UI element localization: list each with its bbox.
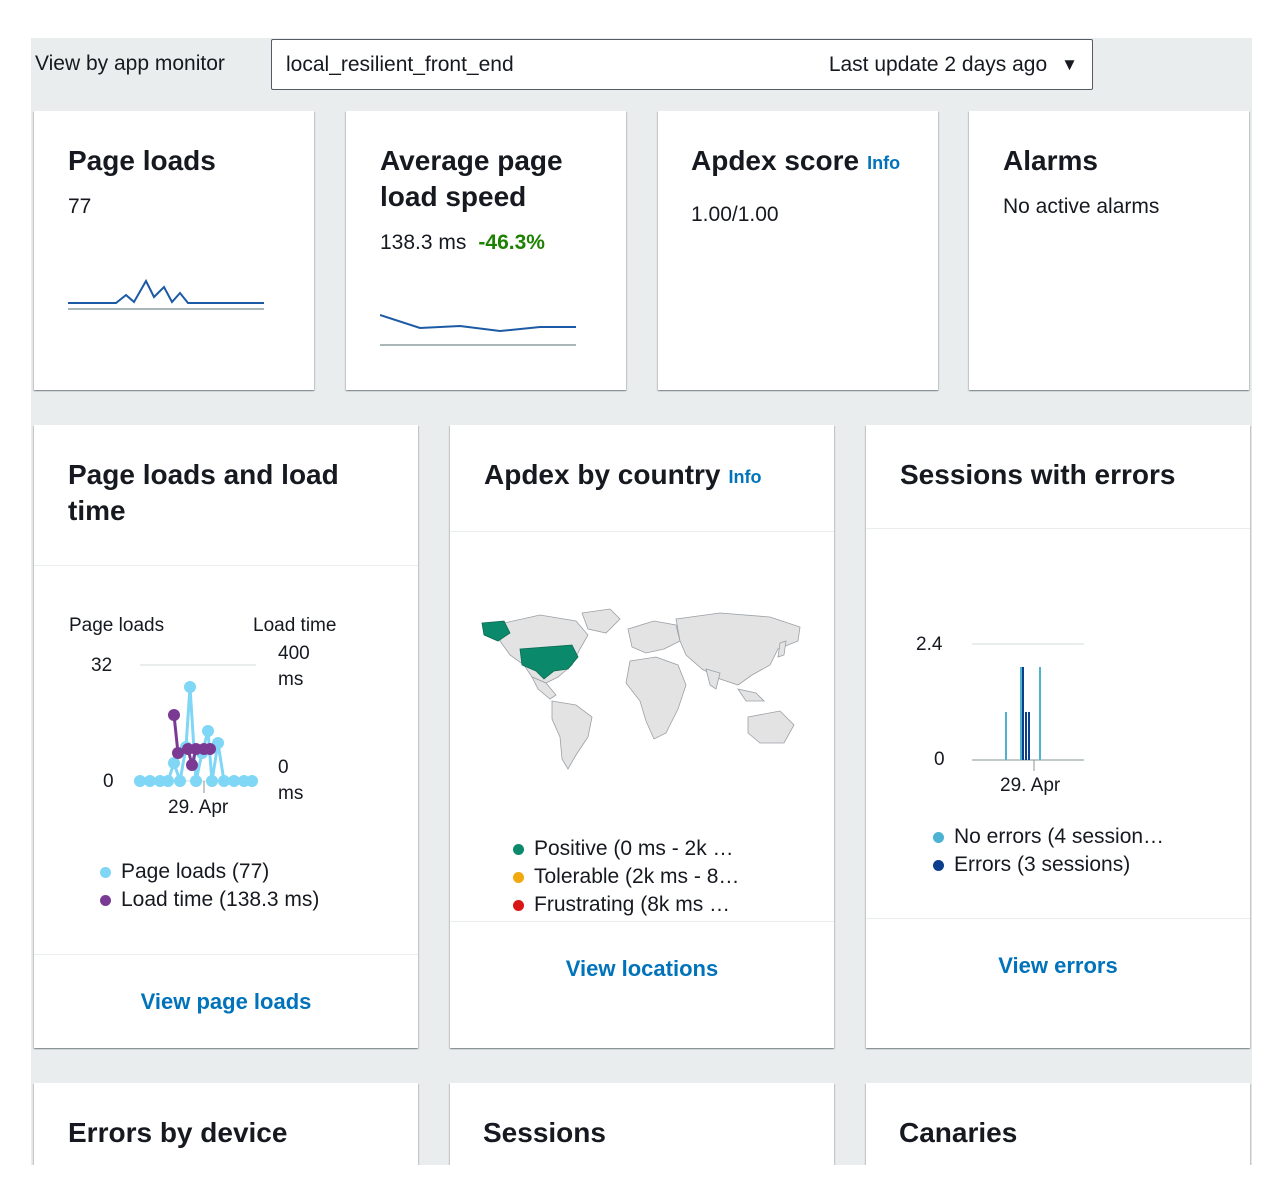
widget-footer: View page loads: [34, 954, 418, 1048]
avg-speed-title-2: load speed: [380, 181, 527, 212]
sessions-errors-title: Sessions with errors: [900, 459, 1176, 490]
tolerable-dot-icon: [513, 871, 524, 883]
page-loads-title: Page loads: [68, 145, 216, 176]
no-errors-dot-icon: [933, 831, 944, 843]
legend-positive[interactable]: Positive (0 ms - 2k …: [513, 835, 739, 863]
sessions-widget: Sessions: [450, 1083, 834, 1165]
errors-by-device-title: Errors by device: [68, 1117, 288, 1148]
avg-speed-value: 138.3 ms: [380, 231, 467, 254]
widget-header: Sessions with errors: [866, 425, 1250, 529]
sessions-with-errors-widget: Sessions with errors 2.4 0 29. Apr No er…: [866, 425, 1250, 1048]
app-monitor-bar: View by app monitor local_resilient_fron…: [31, 38, 1252, 110]
avg-speed-metric: 138.3 ms -46.3%: [380, 231, 563, 255]
widget-header: Page loads and load time: [34, 425, 418, 566]
right-tick-bottom-value: 0: [278, 757, 289, 778]
apdex-country-title: Apdex by country Info: [484, 457, 800, 495]
avg-speed-change: -46.3%: [478, 231, 545, 254]
page-loads-dot-icon: [100, 866, 111, 878]
apdex-by-country-widget: Apdex by country Info Positive (0 ms - 2…: [450, 425, 834, 1048]
widget-header: Apdex by country Info: [450, 425, 834, 532]
load-time-title-2: time: [68, 495, 126, 526]
apdex-card: Apdex score Info 1.00/1.00: [658, 111, 938, 390]
app-monitor-select[interactable]: local_resilient_front_end Last update 2 …: [271, 39, 1093, 90]
y-tick-bottom: 0: [934, 749, 945, 770]
dashboard-canvas: View by app monitor local_resilient_fron…: [31, 38, 1252, 1165]
sessions-title: Sessions: [483, 1117, 606, 1148]
legend-tolerable[interactable]: Tolerable (2k ms - 8…: [513, 863, 739, 891]
legend-frustrating-label: Frustrating (8k ms …: [534, 893, 731, 916]
apdex-title-text: Apdex score: [691, 145, 860, 176]
apdex-country-info-link[interactable]: Info: [728, 467, 761, 487]
sessions-errors-legend: No errors (4 session… Errors (3 sessions…: [933, 823, 1164, 879]
y-tick-top: 2.4: [916, 634, 943, 655]
legend-page-loads-label: Page loads (77): [121, 860, 270, 883]
app-monitor-label: View by app monitor: [35, 52, 225, 75]
legend-frustrating[interactable]: Frustrating (8k ms …: [513, 891, 739, 919]
caret-down-icon: ▼: [1061, 55, 1078, 74]
right-tick-top-value: 400: [278, 643, 310, 664]
avg-speed-card: Average page load speed 138.3 ms -46.3%: [346, 111, 626, 390]
legend-errors[interactable]: Errors (3 sessions): [933, 851, 1164, 879]
view-page-loads-link[interactable]: View page loads: [141, 989, 312, 1014]
legend-positive-label: Positive (0 ms - 2k …: [534, 837, 734, 860]
app-monitor-value: local_resilient_front_end: [286, 52, 514, 76]
page-loads-load-time-widget: Page loads and load time Page loads Load…: [34, 425, 418, 1048]
legend-no-errors-label: No errors (4 session…: [954, 825, 1165, 848]
page-loads-sparkline: [68, 278, 264, 310]
alarms-value: No active alarms: [1003, 195, 1160, 218]
x-tick: 29. Apr: [1000, 775, 1061, 796]
left-tick-top: 32: [91, 655, 112, 676]
legend-tolerable-label: Tolerable (2k ms - 8…: [534, 865, 740, 888]
legend-errors-label: Errors (3 sessions): [954, 853, 1131, 876]
view-locations-link[interactable]: View locations: [566, 956, 718, 981]
load-time-title-1: Page loads and load: [68, 459, 339, 490]
load-time-legend: Page loads (77) Load time (138.3 ms): [100, 858, 319, 914]
left-tick-bottom: 0: [103, 771, 114, 792]
right-tick-bottom-unit: ms: [278, 783, 303, 804]
widget-footer: View locations: [450, 921, 834, 1048]
apdex-title: Apdex score Info: [691, 143, 900, 181]
apdex-value: 1.00/1.00: [691, 202, 779, 226]
last-update-text: Last update 2 days ago: [828, 52, 1048, 76]
legend-load-time-label: Load time (138.3 ms): [121, 888, 320, 911]
apdex-info-link[interactable]: Info: [867, 153, 900, 173]
x-tick: 29. Apr: [168, 797, 229, 818]
sessions-errors-chart: 2.4 0 29. Apr: [916, 634, 1084, 796]
canaries-widget: Canaries: [866, 1083, 1250, 1165]
page-loads-card: Page loads 77: [34, 111, 314, 390]
positive-dot-icon: [513, 843, 524, 855]
errors-by-device-widget: Errors by device: [34, 1083, 418, 1165]
page-loads-series: [140, 686, 256, 783]
widget-footer: View errors: [866, 918, 1250, 1048]
right-axis-label: Load time: [253, 615, 336, 636]
canaries-title: Canaries: [899, 1117, 1018, 1148]
load-time-dot-icon: [100, 894, 111, 906]
avg-speed-title-1: Average page: [380, 145, 563, 176]
legend-no-errors[interactable]: No errors (4 session…: [933, 823, 1164, 851]
left-axis-label: Page loads: [69, 615, 164, 636]
world-map: [481, 608, 801, 770]
errors-bars: [1022, 667, 1030, 760]
alarms-title: Alarms: [1003, 145, 1098, 176]
errors-dot-icon: [933, 859, 944, 871]
avg-speed-sparkline: [380, 314, 576, 346]
right-tick-top-unit: ms: [278, 669, 303, 690]
apdex-country-title-text: Apdex by country: [484, 459, 721, 490]
apdex-country-legend: Positive (0 ms - 2k … Tolerable (2k ms -…: [513, 835, 739, 919]
frustrating-dot-icon: [513, 899, 524, 911]
page-loads-load-time-chart: Page loads Load time 32 0 400 ms 0 ms 29…: [69, 615, 336, 818]
legend-load-time[interactable]: Load time (138.3 ms): [100, 886, 319, 914]
view-errors-link[interactable]: View errors: [998, 953, 1117, 978]
page-loads-value: 77: [68, 195, 92, 218]
alarms-card: Alarms No active alarms: [969, 111, 1249, 390]
legend-page-loads[interactable]: Page loads (77): [100, 858, 319, 886]
